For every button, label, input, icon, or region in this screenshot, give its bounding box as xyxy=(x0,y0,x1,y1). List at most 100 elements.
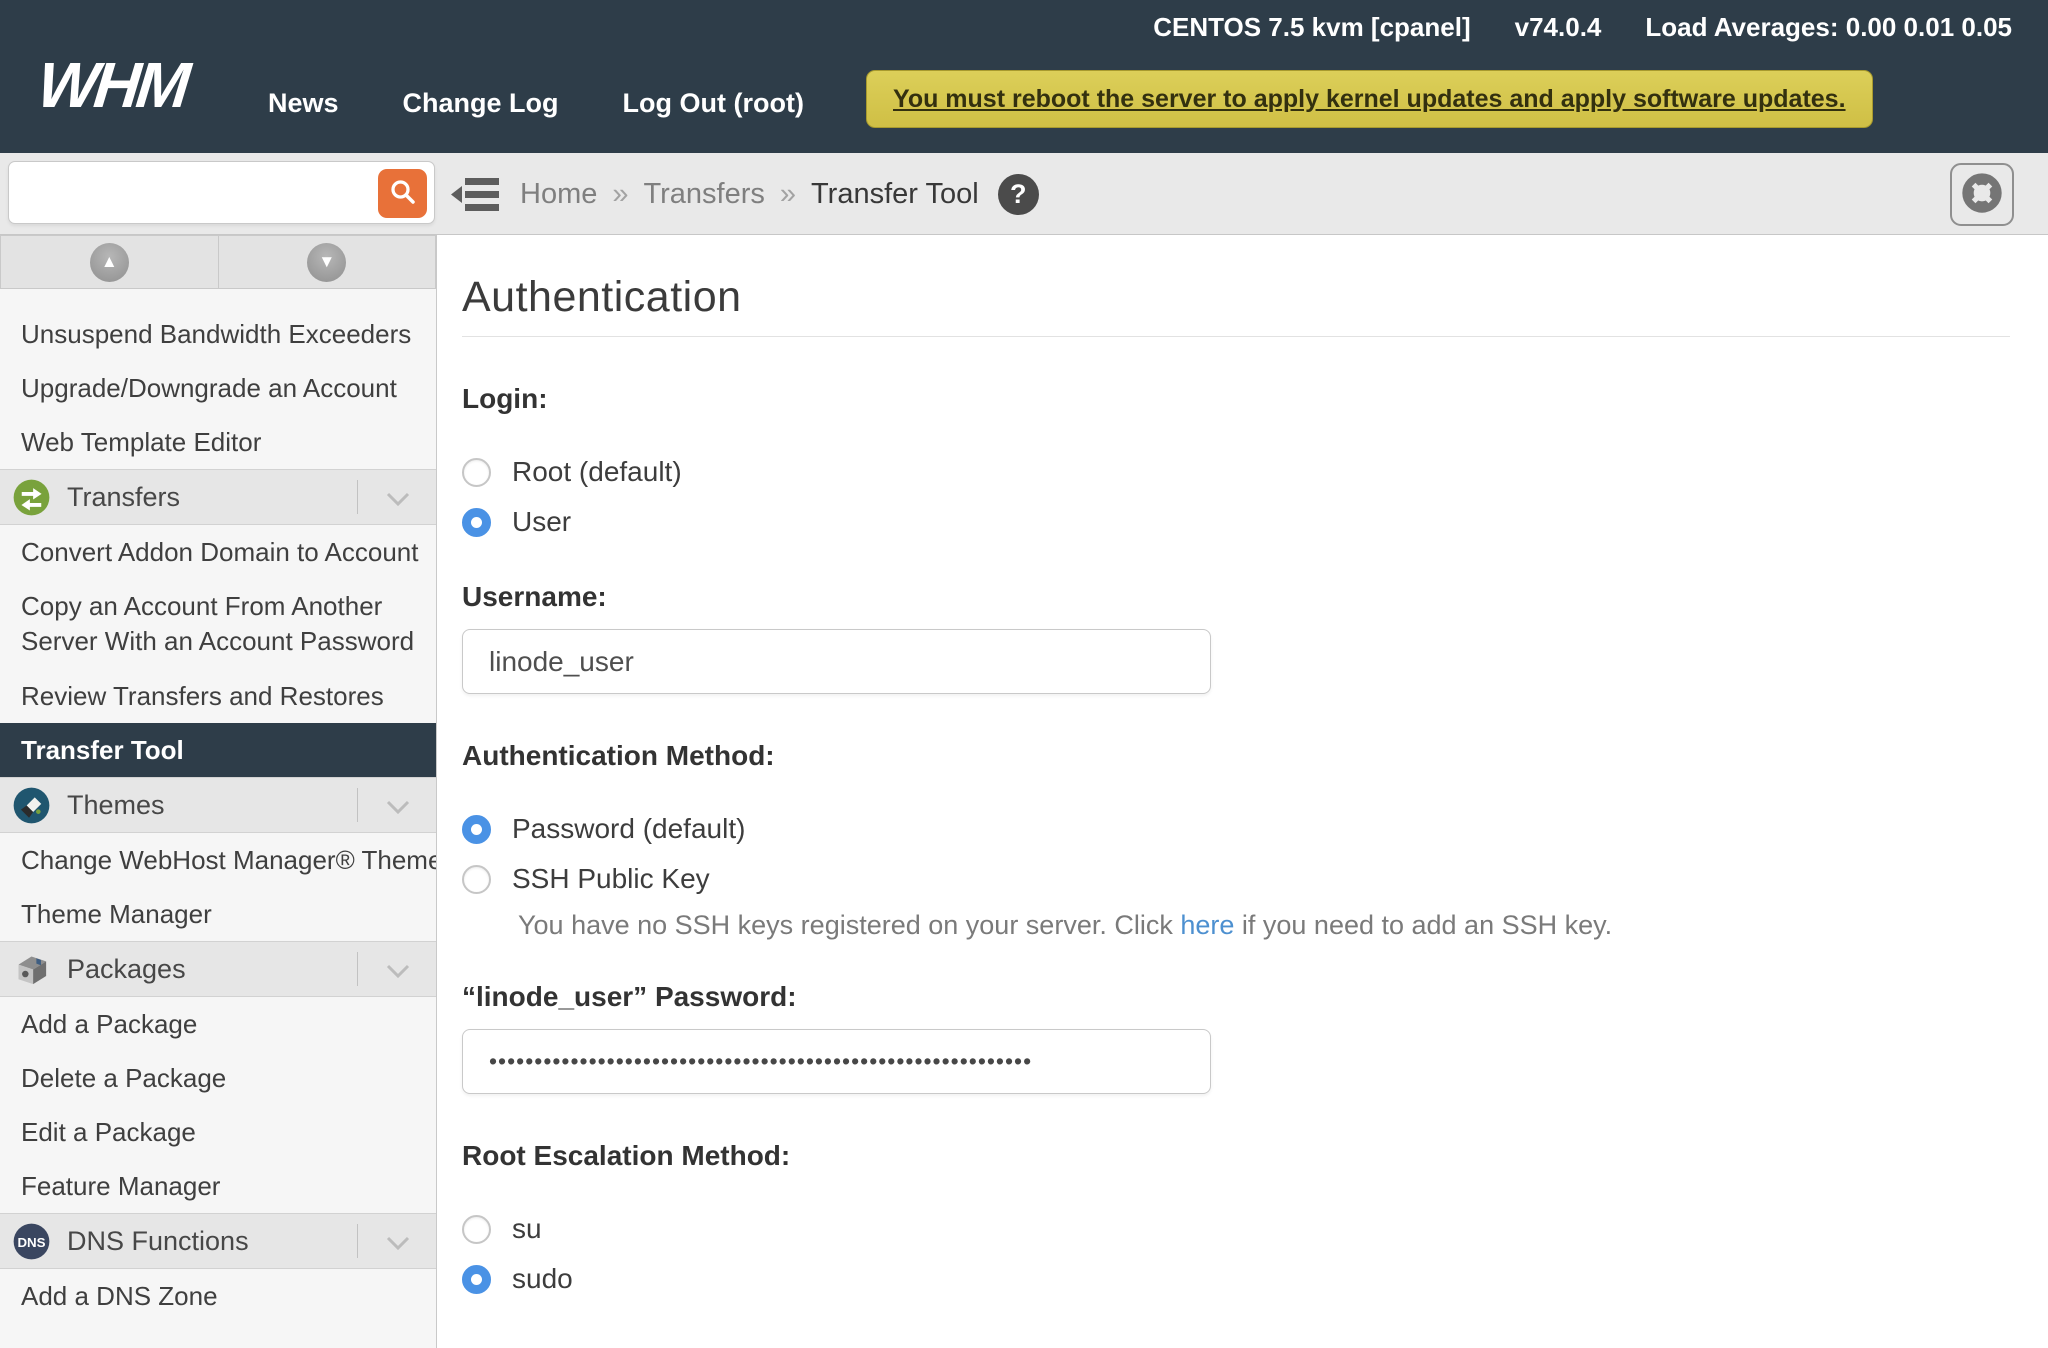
sidebar-nav-list: Unsuspend Bandwidth Exceeders Upgrade/Do… xyxy=(0,307,436,1323)
breadcrumb-separator: » xyxy=(612,178,628,211)
sidebar-item-add-a-package[interactable]: Add a Package xyxy=(0,997,436,1051)
support-button[interactable] xyxy=(1950,163,2014,226)
radio-escalation-su[interactable]: su xyxy=(462,1204,2010,1254)
ssh-key-note: You have no SSH keys registered on your … xyxy=(518,910,2010,941)
sidebar-item-delete-a-package[interactable]: Delete a Package xyxy=(0,1051,436,1105)
sidebar-item-convert-addon-domain[interactable]: Convert Addon Domain to Account xyxy=(0,525,436,579)
radio-circle[interactable] xyxy=(462,865,491,894)
breadcrumb: Home » Transfers » Transfer Tool ? xyxy=(520,153,1039,235)
search-input[interactable] xyxy=(13,166,373,219)
sidebar-item-web-template-editor[interactable]: Web Template Editor xyxy=(0,415,436,469)
chevron-down-icon[interactable] xyxy=(384,794,412,825)
sidebar-item-transfer-tool[interactable]: Transfer Tool xyxy=(0,723,436,777)
nav-log-out[interactable]: Log Out (root) xyxy=(623,88,804,119)
themes-icon xyxy=(12,786,51,825)
sidebar-section-label: Themes xyxy=(67,790,165,821)
sidebar-scroll-up-button[interactable]: ▲ xyxy=(0,235,219,289)
sidebar-section-dns-functions[interactable]: DNS DNS Functions xyxy=(0,1213,436,1269)
breadcrumb-separator: » xyxy=(780,178,796,211)
sidebar-item-unsuspend-bandwidth-exceeders[interactable]: Unsuspend Bandwidth Exceeders xyxy=(0,307,436,361)
radio-label: User xyxy=(512,506,571,538)
chevron-down-icon[interactable] xyxy=(384,1230,412,1261)
radio-label: su xyxy=(512,1213,542,1245)
radio-login-root[interactable]: Root (default) xyxy=(462,447,2010,497)
lifebuoy-icon xyxy=(1961,172,2003,217)
sidebar-section-label: Packages xyxy=(67,954,186,985)
search-button[interactable] xyxy=(378,169,427,218)
sidebar-search xyxy=(8,161,435,224)
radio-login-user[interactable]: User xyxy=(462,497,2010,547)
sidebar-scroll-down-button[interactable]: ▼ xyxy=(219,235,437,289)
sidebar-section-label: Transfers xyxy=(67,482,180,513)
breadcrumb-bar: Home » Transfers » Transfer Tool ? xyxy=(0,153,2048,235)
top-nav-links: News Change Log Log Out (root) xyxy=(268,88,804,119)
radio-label: sudo xyxy=(512,1263,573,1295)
radio-escalation-sudo[interactable]: sudo xyxy=(462,1254,2010,1304)
sidebar: ▲ ▼ Unsuspend Bandwidth Exceeders Upgrad… xyxy=(0,235,437,1348)
search-icon xyxy=(388,177,418,210)
radio-circle[interactable] xyxy=(462,815,491,844)
sidebar-item-upgrade-downgrade-account[interactable]: Upgrade/Downgrade an Account xyxy=(0,361,436,415)
add-ssh-key-link[interactable]: here xyxy=(1180,910,1234,940)
radio-circle[interactable] xyxy=(462,458,491,487)
section-divider-rule xyxy=(462,336,2010,337)
sidebar-item-copy-account-password[interactable]: Copy an Account From Another Server With… xyxy=(0,579,436,669)
sidebar-item-theme-manager[interactable]: Theme Manager xyxy=(0,887,436,941)
radio-auth-password[interactable]: Password (default) xyxy=(462,804,2010,854)
authentication-heading: Authentication xyxy=(462,273,2010,322)
section-divider xyxy=(357,1224,358,1258)
radio-circle[interactable] xyxy=(462,508,491,537)
auth-method-radio-group: Password (default) SSH Public Key xyxy=(462,804,2010,904)
packages-icon xyxy=(12,950,51,989)
sidebar-item-feature-manager[interactable]: Feature Manager xyxy=(0,1159,436,1213)
radio-circle[interactable] xyxy=(462,1265,491,1294)
sidebar-item-add-a-dns-zone[interactable]: Add a DNS Zone xyxy=(0,1269,436,1323)
radio-label: Root (default) xyxy=(512,456,682,488)
svg-text:DNS: DNS xyxy=(17,1235,45,1250)
login-radio-group: Root (default) User xyxy=(462,447,2010,547)
section-divider xyxy=(357,788,358,822)
status-load-averages: Load Averages: 0.00 0.01 0.05 xyxy=(1645,12,2012,43)
username-input[interactable] xyxy=(462,629,1211,694)
sidebar-item-review-transfers-restores[interactable]: Review Transfers and Restores xyxy=(0,669,436,723)
collapse-sidebar-icon[interactable] xyxy=(449,173,501,217)
sidebar-section-packages[interactable]: Packages xyxy=(0,941,436,997)
status-version: v74.0.4 xyxy=(1515,12,1602,43)
root-escalation-label: Root Escalation Method: xyxy=(462,1140,2010,1172)
help-icon[interactable]: ? xyxy=(998,174,1039,215)
username-label: Username: xyxy=(462,581,2010,613)
chevron-down-icon[interactable] xyxy=(384,958,412,989)
breadcrumb-transfers[interactable]: Transfers xyxy=(644,178,765,211)
section-divider xyxy=(357,480,358,514)
radio-label: SSH Public Key xyxy=(512,863,710,895)
scroll-down-icon: ▼ xyxy=(307,243,346,282)
top-navbar: WHM News Change Log Log Out (root) CENTO… xyxy=(0,0,2048,153)
main-content: Authentication Login: Root (default) Use… xyxy=(437,235,2048,1348)
server-status-line: CENTOS 7.5 kvm [cpanel] v74.0.4 Load Ave… xyxy=(1153,12,2012,43)
breadcrumb-home[interactable]: Home xyxy=(520,178,597,211)
radio-label: Password (default) xyxy=(512,813,745,845)
sidebar-section-transfers[interactable]: Transfers xyxy=(0,469,436,525)
sidebar-item-change-whm-theme[interactable]: Change WebHost Manager® Theme xyxy=(0,833,436,887)
status-os: CENTOS 7.5 kvm [cpanel] xyxy=(1153,12,1470,43)
ssh-note-text: You have no SSH keys registered on your … xyxy=(518,910,1180,940)
transfers-icon xyxy=(12,478,51,517)
dns-icon: DNS xyxy=(12,1222,51,1261)
reboot-alert-banner[interactable]: You must reboot the server to apply kern… xyxy=(866,70,1873,128)
password-label: “linode_user” Password: xyxy=(462,981,2010,1013)
auth-method-label: Authentication Method: xyxy=(462,740,2010,772)
password-input[interactable] xyxy=(462,1029,1211,1094)
radio-auth-ssh-key[interactable]: SSH Public Key xyxy=(462,854,2010,904)
sidebar-section-themes[interactable]: Themes xyxy=(0,777,436,833)
sidebar-section-label: DNS Functions xyxy=(67,1226,249,1257)
breadcrumb-current-page: Transfer Tool xyxy=(811,178,979,211)
radio-circle[interactable] xyxy=(462,1215,491,1244)
login-label: Login: xyxy=(462,383,2010,415)
sidebar-item-edit-a-package[interactable]: Edit a Package xyxy=(0,1105,436,1159)
whm-logo[interactable]: WHM xyxy=(34,48,190,122)
nav-change-log[interactable]: Change Log xyxy=(403,88,559,119)
chevron-down-icon[interactable] xyxy=(384,486,412,517)
scroll-up-icon: ▲ xyxy=(90,243,129,282)
sidebar-scroll-controls: ▲ ▼ xyxy=(0,235,436,289)
nav-news[interactable]: News xyxy=(268,88,339,119)
